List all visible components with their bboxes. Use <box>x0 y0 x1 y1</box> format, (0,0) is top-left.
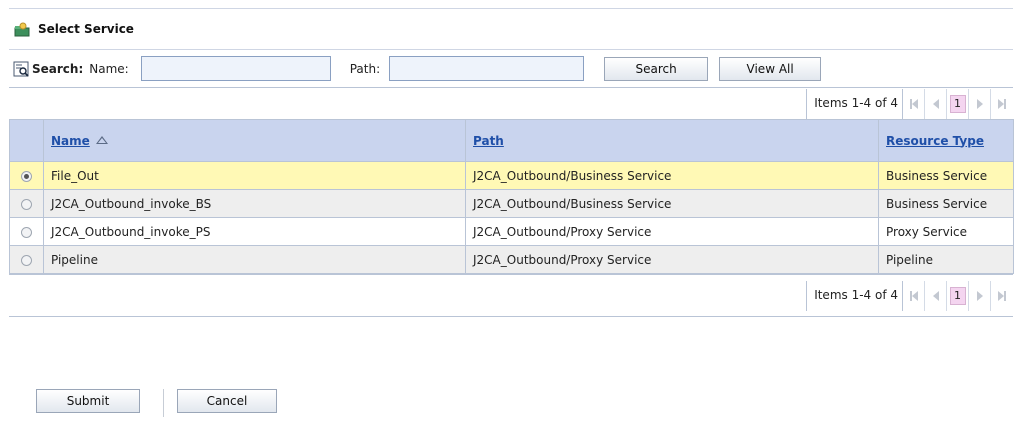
last-page-icon <box>1004 291 1006 301</box>
row-select-cell[interactable] <box>9 245 44 274</box>
path-field-label: Path: <box>349 61 381 76</box>
column-header-resource-type[interactable]: Resource Type <box>878 119 1014 162</box>
row-select-cell[interactable] <box>9 189 44 218</box>
dialog-titlebar: Select Service <box>9 8 1013 49</box>
row-radio[interactable] <box>21 254 32 266</box>
service-path: J2CA_Outbound/Proxy Service <box>465 245 879 274</box>
bottom-pager: Items 1-4 of 4 1 <box>806 281 1013 311</box>
select-column-header <box>9 119 44 162</box>
service-name: Pipeline <box>43 245 466 274</box>
table-row[interactable]: J2CA_Outbound_invoke_PS J2CA_Outbound/Pr… <box>9 217 1014 246</box>
service-name: J2CA_Outbound_invoke_PS <box>43 217 466 246</box>
last-page-button[interactable] <box>991 89 1013 119</box>
next-page-icon <box>976 99 983 109</box>
dialog-actions: Submit Cancel <box>9 389 409 417</box>
last-page-icon <box>1004 99 1006 109</box>
service-type: Business Service <box>878 161 1014 190</box>
sort-by-resource-type-link[interactable]: Resource Type <box>886 134 984 148</box>
path-search-input[interactable] <box>389 56 585 81</box>
bottom-pager-row: Items 1-4 of 4 1 <box>9 274 1013 317</box>
sort-by-path-link[interactable]: Path <box>473 134 504 148</box>
actions-divider <box>163 389 164 417</box>
next-page-button[interactable] <box>969 281 991 311</box>
name-field-label: Name: <box>89 61 129 76</box>
table-row[interactable]: File_Out J2CA_Outbound/Business Service … <box>9 161 1014 190</box>
prev-page-button[interactable] <box>925 89 947 119</box>
service-name: File_Out <box>43 161 466 190</box>
row-select-cell[interactable] <box>9 217 44 246</box>
cancel-button[interactable]: Cancel <box>177 389 277 413</box>
service-path: J2CA_Outbound/Proxy Service <box>465 217 879 246</box>
search-bar: Search: Name: Path: Search View All <box>9 49 1013 87</box>
current-page: 1 <box>949 95 966 113</box>
prev-page-icon <box>932 291 939 301</box>
row-radio[interactable] <box>21 226 32 238</box>
table-header: Name Path Resource Type <box>9 119 1014 162</box>
services-table: Name Path Resource Type File_Out J2CA_Ou… <box>9 119 1014 274</box>
row-radio[interactable] <box>21 198 32 210</box>
sort-by-name-link[interactable]: Name <box>51 134 90 148</box>
service-type: Proxy Service <box>878 217 1014 246</box>
column-header-path[interactable]: Path <box>465 119 879 162</box>
column-header-name[interactable]: Name <box>43 119 466 162</box>
dialog-title: Select Service <box>38 22 134 36</box>
top-pager: Items 1-4 of 4 1 <box>806 89 1013 119</box>
current-page: 1 <box>949 287 966 305</box>
select-service-dialog: Select Service Search: Name: Path: Searc… <box>9 8 1014 317</box>
prev-page-icon <box>932 99 939 109</box>
service-path: J2CA_Outbound/Business Service <box>465 161 879 190</box>
page-number-button[interactable]: 1 <box>947 89 969 119</box>
search-label: Search: <box>32 61 84 76</box>
service-folder-icon <box>14 22 30 37</box>
prev-page-button[interactable] <box>925 281 947 311</box>
items-count: Items 1-4 of 4 <box>807 281 903 311</box>
row-select-cell[interactable] <box>9 161 44 190</box>
service-path: J2CA_Outbound/Business Service <box>465 189 879 218</box>
first-page-button[interactable] <box>903 281 925 311</box>
submit-button[interactable]: Submit <box>36 389 140 413</box>
service-type: Pipeline <box>878 245 1014 274</box>
top-pager-row: Items 1-4 of 4 1 <box>9 87 1013 119</box>
table-row[interactable]: Pipeline J2CA_Outbound/Proxy Service Pip… <box>9 245 1014 274</box>
next-page-icon <box>976 291 983 301</box>
search-button[interactable]: Search <box>604 56 709 81</box>
page-number-button[interactable]: 1 <box>947 281 969 311</box>
name-search-input[interactable] <box>140 56 331 81</box>
service-name: J2CA_Outbound_invoke_BS <box>43 189 466 218</box>
search-icon <box>13 61 29 77</box>
view-all-button[interactable]: View All <box>719 56 822 81</box>
row-radio-selected[interactable] <box>21 170 32 182</box>
last-page-button[interactable] <box>991 281 1013 311</box>
items-count: Items 1-4 of 4 <box>807 89 903 119</box>
next-page-button[interactable] <box>969 89 991 119</box>
sort-ascending-icon <box>95 135 108 144</box>
table-row[interactable]: J2CA_Outbound_invoke_BS J2CA_Outbound/Bu… <box>9 189 1014 218</box>
service-type: Business Service <box>878 189 1014 218</box>
first-page-button[interactable] <box>903 89 925 119</box>
